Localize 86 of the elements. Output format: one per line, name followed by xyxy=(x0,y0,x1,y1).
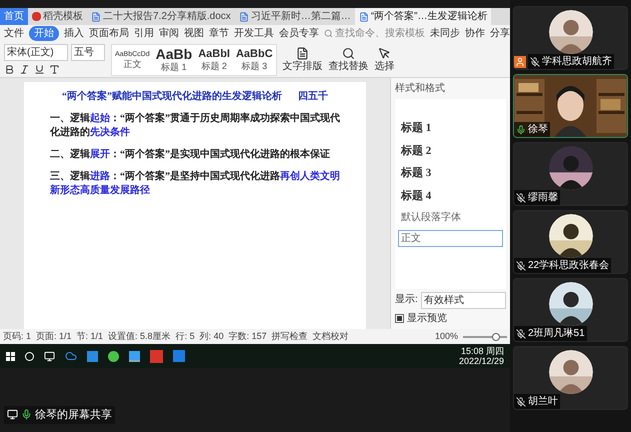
menu-tab[interactable]: 会员专享 xyxy=(279,26,319,41)
font-size-field[interactable]: 五号 xyxy=(71,44,105,61)
font-color-icon[interactable] xyxy=(49,64,60,75)
document-paragraph: 一、逻辑起始：“两个答案”贯通于历史周期率成功探索中国式现代化进路的先决条件 xyxy=(50,112,340,140)
screen-share-label: 徐琴的屏幕共享 xyxy=(4,406,115,424)
participant-tile[interactable]: 学科思政胡航齐 xyxy=(513,6,628,70)
status-item: 字数: 157 xyxy=(228,330,267,343)
participant-tile[interactable]: 徐琴 xyxy=(513,74,628,138)
document-tab[interactable]: “两个答案”…生发逻辑论析 xyxy=(354,8,492,25)
window-app-icon[interactable] xyxy=(129,350,140,362)
document-tab[interactable]: 首页 xyxy=(0,8,28,25)
show-label: 显示: xyxy=(395,293,418,307)
document-icon xyxy=(358,12,369,22)
menu-tab[interactable]: 开发工具 xyxy=(234,26,274,41)
style-item[interactable]: 默认段落字体 xyxy=(398,209,503,226)
menu-tab[interactable]: 审阅 xyxy=(159,26,179,41)
screen-icon xyxy=(7,409,18,420)
style-option[interactable]: AaBbI 标题 2 xyxy=(195,44,233,74)
pointer-icon xyxy=(378,47,392,60)
participant-name: 缪雨馨 xyxy=(528,190,558,205)
document-tab[interactable]: 习近平新时…第二篇… xyxy=(234,8,355,25)
participant-name: 学科思政胡航齐 xyxy=(542,54,612,69)
document-icon xyxy=(91,12,101,22)
status-item: 设置值: 5.8厘米 xyxy=(108,330,171,343)
menu-tab[interactable]: 页面布局 xyxy=(89,26,129,41)
preview-checkbox[interactable] xyxy=(395,314,404,323)
toolbar-action[interactable]: 分享 xyxy=(490,26,510,41)
zoom-thumb[interactable] xyxy=(492,332,500,340)
menu-tab[interactable]: 文件 xyxy=(4,26,24,41)
status-item: 列: 40 xyxy=(200,330,224,343)
microphone-icon xyxy=(21,409,32,420)
taskbar-date: 2022/12/29 xyxy=(458,356,504,366)
participant-name: 2班周凡琳51 xyxy=(528,326,585,341)
style-option[interactable]: AaBb 标题 1 xyxy=(152,44,196,74)
underline-icon[interactable] xyxy=(34,64,45,75)
pane-title: 样式和格式 xyxy=(395,82,446,96)
show-dropdown[interactable]: 有效样式 xyxy=(420,292,506,309)
document-tab[interactable]: 稻壳模板 xyxy=(28,8,87,25)
document-author: 四五千 xyxy=(298,90,328,104)
toolbar-action[interactable]: 协作 xyxy=(465,26,485,41)
participant-tile[interactable]: 缪雨馨 xyxy=(513,142,628,206)
ribbon-tool[interactable]: 选择 xyxy=(374,47,395,72)
menu-tab[interactable]: 视图 xyxy=(184,26,204,41)
participant-tile[interactable]: 胡兰叶 xyxy=(513,346,628,410)
toolbar-action[interactable]: 未同步 xyxy=(430,26,460,41)
document-title: “两个答案”赋能中国式现代化进路的生发逻辑论析 xyxy=(62,90,282,104)
bold-icon[interactable] xyxy=(4,64,15,75)
preview-label: 显示预览 xyxy=(407,312,447,326)
ribbon-tool[interactable]: 查找替换 xyxy=(328,47,369,72)
style-item[interactable]: 标题 2 xyxy=(398,142,503,160)
participant-name: 胡兰叶 xyxy=(528,394,558,409)
search-icon xyxy=(324,29,333,38)
participant-tile[interactable]: 22学科思政张春会 xyxy=(513,210,628,274)
chat-app-icon[interactable] xyxy=(108,350,119,362)
ribbon-tool[interactable]: 文字排版 xyxy=(282,47,323,72)
status-item: 页码: 1 xyxy=(3,330,32,343)
participant-name: 徐琴 xyxy=(528,123,548,137)
participant-tile[interactable]: 2班周凡琳51 xyxy=(513,278,628,342)
menu-tab[interactable]: 章节 xyxy=(209,26,229,41)
document-paragraph: 二、逻辑展开：“两个答案”是实现中国式现代化进路的根本保证 xyxy=(50,148,331,162)
menu-tab[interactable]: 引用 xyxy=(134,26,154,41)
windows-start-icon[interactable] xyxy=(6,352,15,360)
status-item: 页面: 1/1 xyxy=(36,330,72,343)
status-item: 拼写检查 xyxy=(272,330,308,343)
menu-tab[interactable]: 插入 xyxy=(64,26,84,41)
style-item[interactable]: 标题 4 xyxy=(398,186,503,205)
status-item: 节: 1/1 xyxy=(76,330,104,343)
font-field[interactable]: 宋体(正文) xyxy=(4,44,68,61)
task-view-icon[interactable] xyxy=(44,350,55,362)
menu-tab[interactable]: 开始 xyxy=(29,26,59,41)
zoom-level: 100% xyxy=(434,330,458,343)
style-item[interactable]: 正文 xyxy=(398,230,503,247)
status-item: 文档校对 xyxy=(312,330,349,343)
document-tab[interactable]: 二十大报告7.2分享精版.docx xyxy=(87,8,235,25)
participant-name: 22学科思政张春会 xyxy=(528,258,610,273)
document-paragraph: 三、逻辑进路：“两个答案”是坚持中国式现代化进路再创人类文明新形态高质量发展路径 xyxy=(50,170,340,198)
document-icon xyxy=(238,12,249,22)
text-layout-icon xyxy=(296,47,310,60)
search-icon xyxy=(342,47,356,60)
app-icon[interactable] xyxy=(87,350,98,362)
status-item: 行: 5 xyxy=(176,330,195,343)
taskbar-time: 15:08 周四 xyxy=(460,346,504,356)
style-item[interactable]: 标题 1 xyxy=(398,119,503,138)
style-option[interactable]: AaBbC 标题 3 xyxy=(232,44,276,74)
italic-icon[interactable] xyxy=(19,64,30,75)
style-item[interactable]: 标题 3 xyxy=(398,164,503,182)
